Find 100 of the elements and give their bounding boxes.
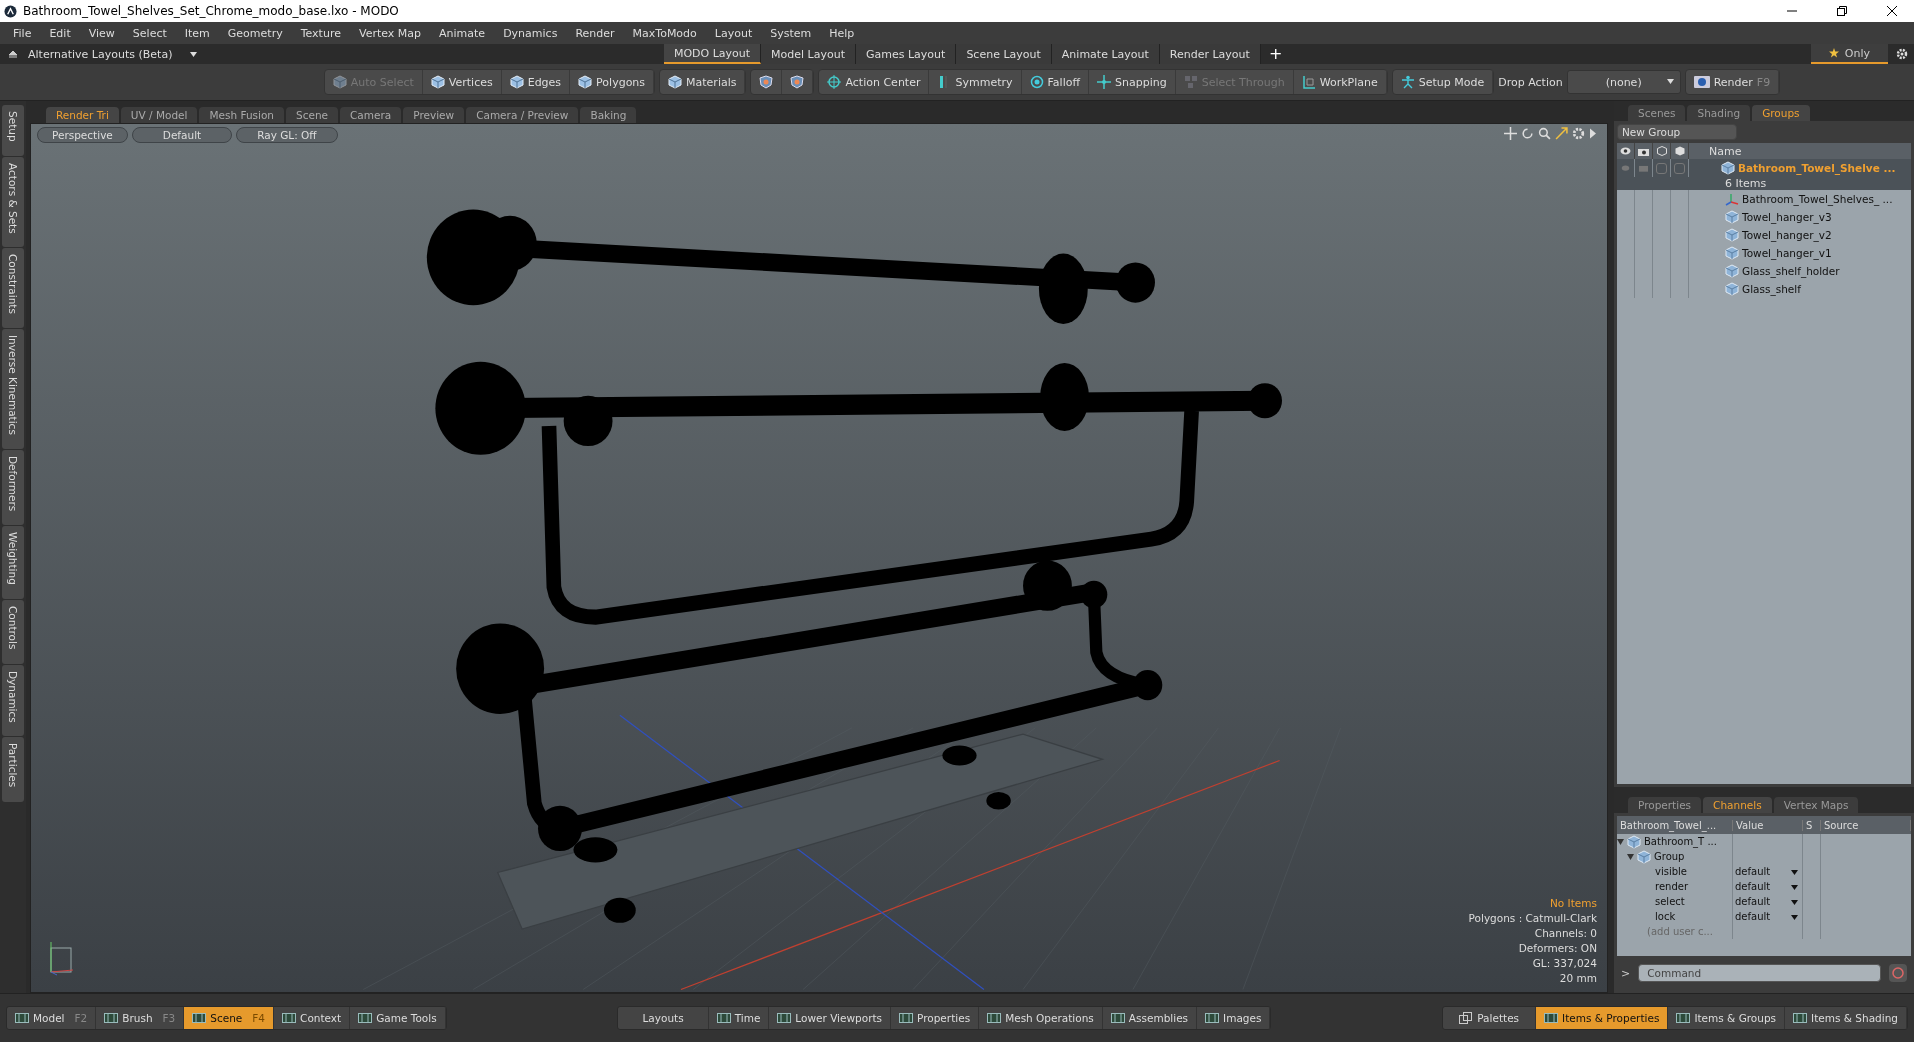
panel-tab[interactable]: Render Tri: [46, 107, 119, 123]
settings-icon[interactable]: [1896, 48, 1908, 60]
checkbox[interactable]: [1674, 162, 1685, 174]
panel-tab[interactable]: Preview: [403, 107, 465, 123]
menu-item[interactable]: Texture: [291, 26, 350, 40]
tree-row[interactable]: Towel_hanger_v2: [1617, 226, 1911, 244]
panel-button[interactable]: Items & Shading: [1785, 1007, 1907, 1029]
value-dropdown[interactable]: default: [1733, 881, 1802, 892]
zoom-icon[interactable]: [1538, 127, 1551, 140]
menu-item[interactable]: Vertex Map: [349, 26, 431, 40]
rotate-icon[interactable]: [1521, 127, 1534, 140]
side-tab[interactable]: Inverse Kinematics: [2, 329, 24, 450]
view-button[interactable]: Perspective: [37, 127, 128, 143]
layout-button[interactable]: Game Tools: [350, 1007, 446, 1029]
command-field[interactable]: Command: [1638, 964, 1881, 982]
layout-tab[interactable]: Render Layout: [1159, 44, 1261, 64]
value-dropdown[interactable]: default: [1733, 866, 1802, 877]
menu-item[interactable]: View: [79, 26, 124, 40]
toolbar-button[interactable]: Symmetry: [929, 70, 1022, 94]
side-tab[interactable]: Particles: [2, 737, 24, 802]
move-icon[interactable]: [1504, 127, 1517, 140]
panel-button[interactable]: Mesh Operations: [979, 1007, 1103, 1029]
layout-button[interactable]: Scene F4: [184, 1007, 275, 1029]
new-group-button[interactable]: New Group: [1617, 124, 1737, 140]
panel-button[interactable]: Items & Properties: [1536, 1007, 1669, 1029]
layout-tab[interactable]: Animate Layout: [1051, 44, 1160, 64]
side-tab[interactable]: Weighting: [2, 526, 24, 600]
menu-item[interactable]: Edit: [40, 26, 80, 40]
shading-button[interactable]: Default: [131, 127, 233, 143]
value-dropdown[interactable]: default: [1733, 896, 1802, 907]
layout-button[interactable]: Context: [274, 1007, 351, 1029]
panel-tab[interactable]: Baking: [580, 107, 637, 123]
panel-tab[interactable]: Shading: [1687, 105, 1751, 121]
side-tab[interactable]: Actors & Sets: [2, 156, 24, 248]
render-button[interactable]: Render F9: [1685, 70, 1780, 94]
side-tab[interactable]: Constraints: [2, 248, 24, 329]
layout-tab[interactable]: Games Layout: [856, 44, 957, 64]
3d-viewport[interactable]: Perspective Default Ray GL: Off No Items Polygons : Catmull-Clark Channels: 0 Deformers: ON GL: 337,024 20 mm: [30, 123, 1608, 993]
menu-item[interactable]: MaxToModo: [623, 26, 706, 40]
tree-row[interactable]: Towel_hanger_v3: [1617, 208, 1911, 226]
group-name[interactable]: Bathroom_Towel_Shelve ...: [1738, 162, 1896, 174]
tree-row[interactable]: Glass_shelf_holder: [1617, 262, 1911, 280]
toolbar-button[interactable]: Setup Mode: [1392, 70, 1494, 94]
toolbar-button[interactable]: Snapping: [1089, 70, 1176, 94]
panel-tab[interactable]: Groups: [1752, 105, 1810, 121]
panel-button[interactable]: Assemblies: [1102, 1007, 1198, 1029]
column-header[interactable]: Source: [1821, 819, 1911, 831]
toolbar-button[interactable]: Falloff: [1021, 70, 1089, 94]
panel-tab[interactable]: Channels: [1703, 797, 1772, 813]
menu-item[interactable]: Animate: [430, 26, 495, 40]
expand-icon[interactable]: [1617, 838, 1624, 845]
menu-item[interactable]: Help: [820, 26, 864, 40]
maximize-icon[interactable]: [1555, 127, 1568, 140]
menu-item[interactable]: File: [4, 26, 41, 40]
menu-item[interactable]: Dynamics: [494, 26, 567, 40]
panel-button[interactable]: Time: [708, 1007, 770, 1029]
menu-item[interactable]: Geometry: [218, 26, 292, 40]
collapse-icon[interactable]: [8, 49, 18, 59]
panel-tab[interactable]: Mesh Fusion: [199, 107, 284, 123]
drop-action-dropdown[interactable]: (none): [1566, 70, 1681, 94]
side-tab[interactable]: Deformers: [2, 450, 24, 526]
side-tab[interactable]: Controls: [2, 600, 24, 664]
menu-item[interactable]: Layout: [705, 26, 762, 40]
panel-tab[interactable]: Vertex Maps: [1773, 797, 1859, 813]
value-dropdown[interactable]: default: [1733, 911, 1802, 922]
column-header[interactable]: S: [1803, 819, 1821, 831]
tree-row[interactable]: Towel_hanger_v1: [1617, 244, 1911, 262]
layout-button[interactable]: Model F2: [7, 1007, 97, 1029]
panel-tab[interactable]: Camera: [340, 107, 402, 123]
record-button[interactable]: [1889, 964, 1907, 982]
menu-item[interactable]: System: [761, 26, 821, 40]
panel-button[interactable]: Properties: [891, 1007, 980, 1029]
panel-tab[interactable]: Properties: [1628, 797, 1702, 813]
toolbar-button[interactable]: Edges: [501, 70, 571, 94]
arrow-icon[interactable]: [1589, 127, 1597, 140]
expand-icon[interactable]: [1627, 853, 1634, 860]
panel-button[interactable]: Images: [1197, 1007, 1271, 1029]
side-tab[interactable]: Dynamics: [2, 664, 24, 737]
raygl-button[interactable]: Ray GL: Off: [236, 127, 338, 143]
panel-tab[interactable]: UV / Model: [120, 107, 198, 123]
add-tab-button[interactable]: +: [1260, 44, 1291, 64]
layout-tab[interactable]: Model Layout: [761, 44, 856, 64]
tree-row[interactable]: Glass_shelf: [1617, 280, 1911, 298]
name-column-header[interactable]: Name: [1689, 144, 1742, 158]
tree-row[interactable]: Bathroom_Towel_Shelves_ ...: [1617, 190, 1911, 208]
panel-button[interactable]: Items & Groups: [1668, 1007, 1786, 1029]
only-button[interactable]: Only: [1810, 44, 1888, 64]
panel-button[interactable]: Lower Viewports: [769, 1007, 892, 1029]
menu-item[interactable]: Select: [123, 26, 176, 40]
toolbar-button[interactable]: Vertices: [422, 70, 502, 94]
layout-tab[interactable]: Scene Layout: [956, 44, 1052, 64]
menu-item[interactable]: Item: [175, 26, 219, 40]
column-header[interactable]: Value: [1733, 819, 1803, 831]
toolbar-button[interactable]: WorkPlane: [1293, 70, 1387, 94]
toolbar-button[interactable]: Action Center: [819, 70, 930, 94]
column-header[interactable]: Bathroom_Towel_...: [1617, 819, 1733, 831]
side-tab[interactable]: Setup: [2, 105, 24, 156]
panel-tab[interactable]: Camera / Preview: [466, 107, 579, 123]
layouts-dropdown[interactable]: Alternative Layouts (Beta): [18, 47, 204, 61]
layout-tab[interactable]: MODO Layout: [663, 44, 762, 64]
